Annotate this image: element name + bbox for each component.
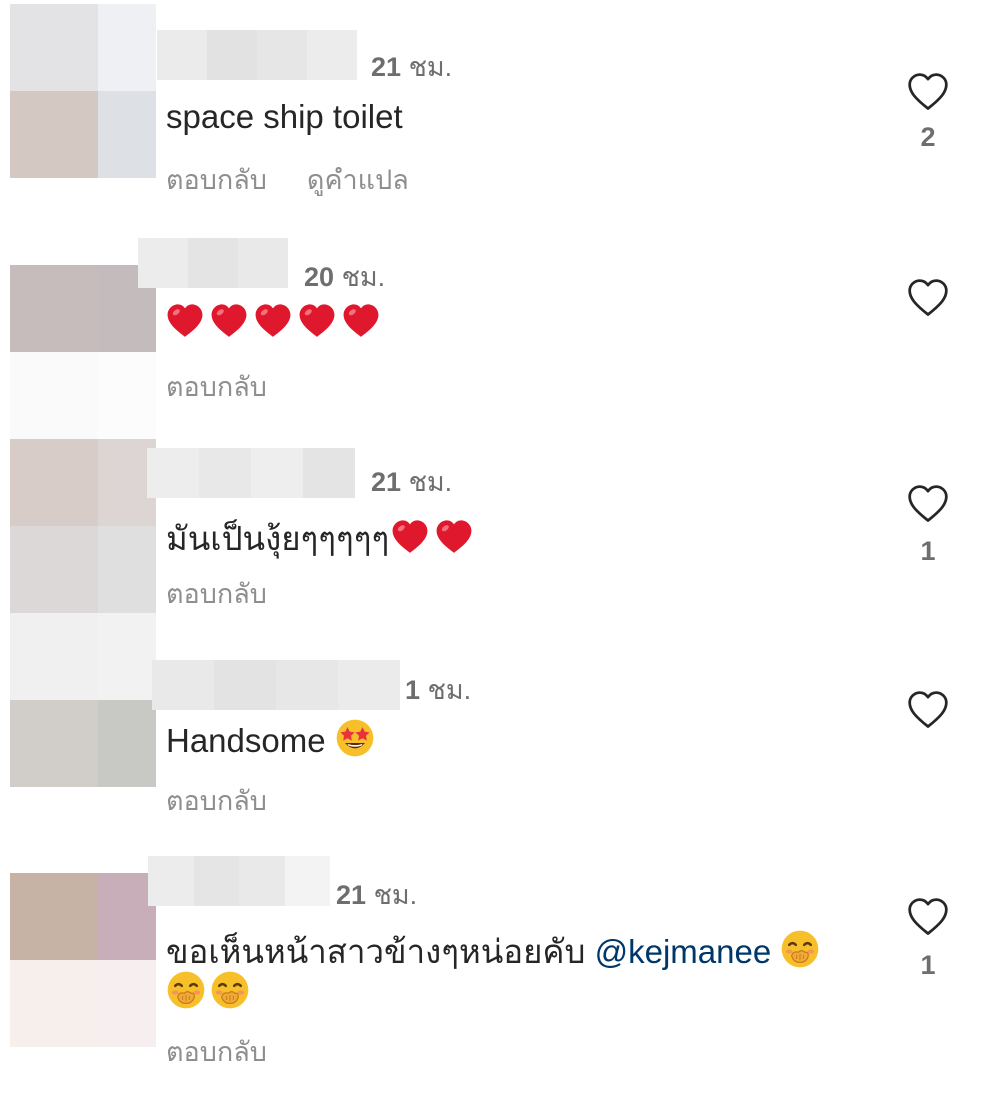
- like-count: 2: [920, 122, 936, 152]
- like-heart-icon[interactable]: [905, 895, 951, 944]
- avatar-blurred[interactable]: [10, 439, 156, 613]
- hand-over-mouth-emoji: [166, 970, 206, 1018]
- red-heart-emoji: [254, 302, 292, 348]
- username-blurred[interactable]: [138, 238, 288, 288]
- hand-over-mouth-emoji: [780, 929, 820, 977]
- comment-timestamp: 21 ชม.: [371, 52, 453, 82]
- comment-timestamp: 21 ชม.: [336, 880, 418, 910]
- avatar-blurred[interactable]: [10, 265, 156, 439]
- username-blurred[interactable]: [152, 660, 400, 710]
- reply-button[interactable]: ตอบกลับ: [166, 372, 267, 402]
- comment-actions: ตอบกลับ ดูคำแปล: [166, 158, 449, 201]
- username-blurred[interactable]: [148, 856, 330, 906]
- avatar-blurred[interactable]: [10, 873, 156, 1047]
- star-struck-emoji: [335, 718, 375, 766]
- comment-timestamp: 20 ชม.: [304, 262, 386, 292]
- reply-button[interactable]: ตอบกลับ: [166, 786, 267, 816]
- comment-text: Handsome: [166, 718, 375, 766]
- comment-text-continued: [166, 970, 250, 1018]
- like-heart-icon[interactable]: [905, 482, 951, 531]
- like-heart-icon[interactable]: [905, 70, 951, 119]
- red-heart-emoji: [342, 302, 380, 348]
- reply-button[interactable]: ตอบกลับ: [166, 579, 267, 609]
- comment-timestamp: 1 ชม.: [405, 675, 472, 705]
- comment-text: space ship toilet: [166, 98, 403, 135]
- avatar-blurred[interactable]: [10, 4, 156, 178]
- avatar-blurred[interactable]: [10, 613, 156, 787]
- comment-text: มันเป็นงุ้ยๆๆๆๆๆ: [166, 512, 479, 565]
- comment-timestamp: 21 ชม.: [371, 467, 453, 497]
- comment-actions: ตอบกลับ: [166, 779, 307, 822]
- username-blurred[interactable]: [147, 448, 355, 498]
- comment-actions: ตอบกลับ: [166, 1030, 307, 1073]
- comment-text: [166, 302, 386, 348]
- username-blurred[interactable]: [157, 30, 357, 80]
- comment-actions: ตอบกลับ: [166, 365, 307, 408]
- red-heart-emoji: [391, 518, 429, 564]
- comment-actions: ตอบกลับ: [166, 572, 307, 615]
- like-count: 1: [920, 536, 936, 566]
- see-translation-button[interactable]: ดูคำแปล: [307, 165, 409, 195]
- comment-text: ขอเห็นหน้าสาวข้างๆหน่อยคับ @kejmanee: [166, 925, 820, 978]
- reply-button[interactable]: ตอบกลับ: [166, 165, 267, 195]
- red-heart-emoji: [210, 302, 248, 348]
- hand-over-mouth-emoji: [210, 970, 250, 1018]
- red-heart-emoji: [435, 518, 473, 564]
- like-count: 1: [920, 950, 936, 980]
- mention-link[interactable]: @kejmanee: [595, 933, 772, 970]
- like-heart-icon[interactable]: [905, 276, 951, 325]
- like-heart-icon[interactable]: [905, 688, 951, 737]
- red-heart-emoji: [166, 302, 204, 348]
- red-heart-emoji: [298, 302, 336, 348]
- reply-button[interactable]: ตอบกลับ: [166, 1037, 267, 1067]
